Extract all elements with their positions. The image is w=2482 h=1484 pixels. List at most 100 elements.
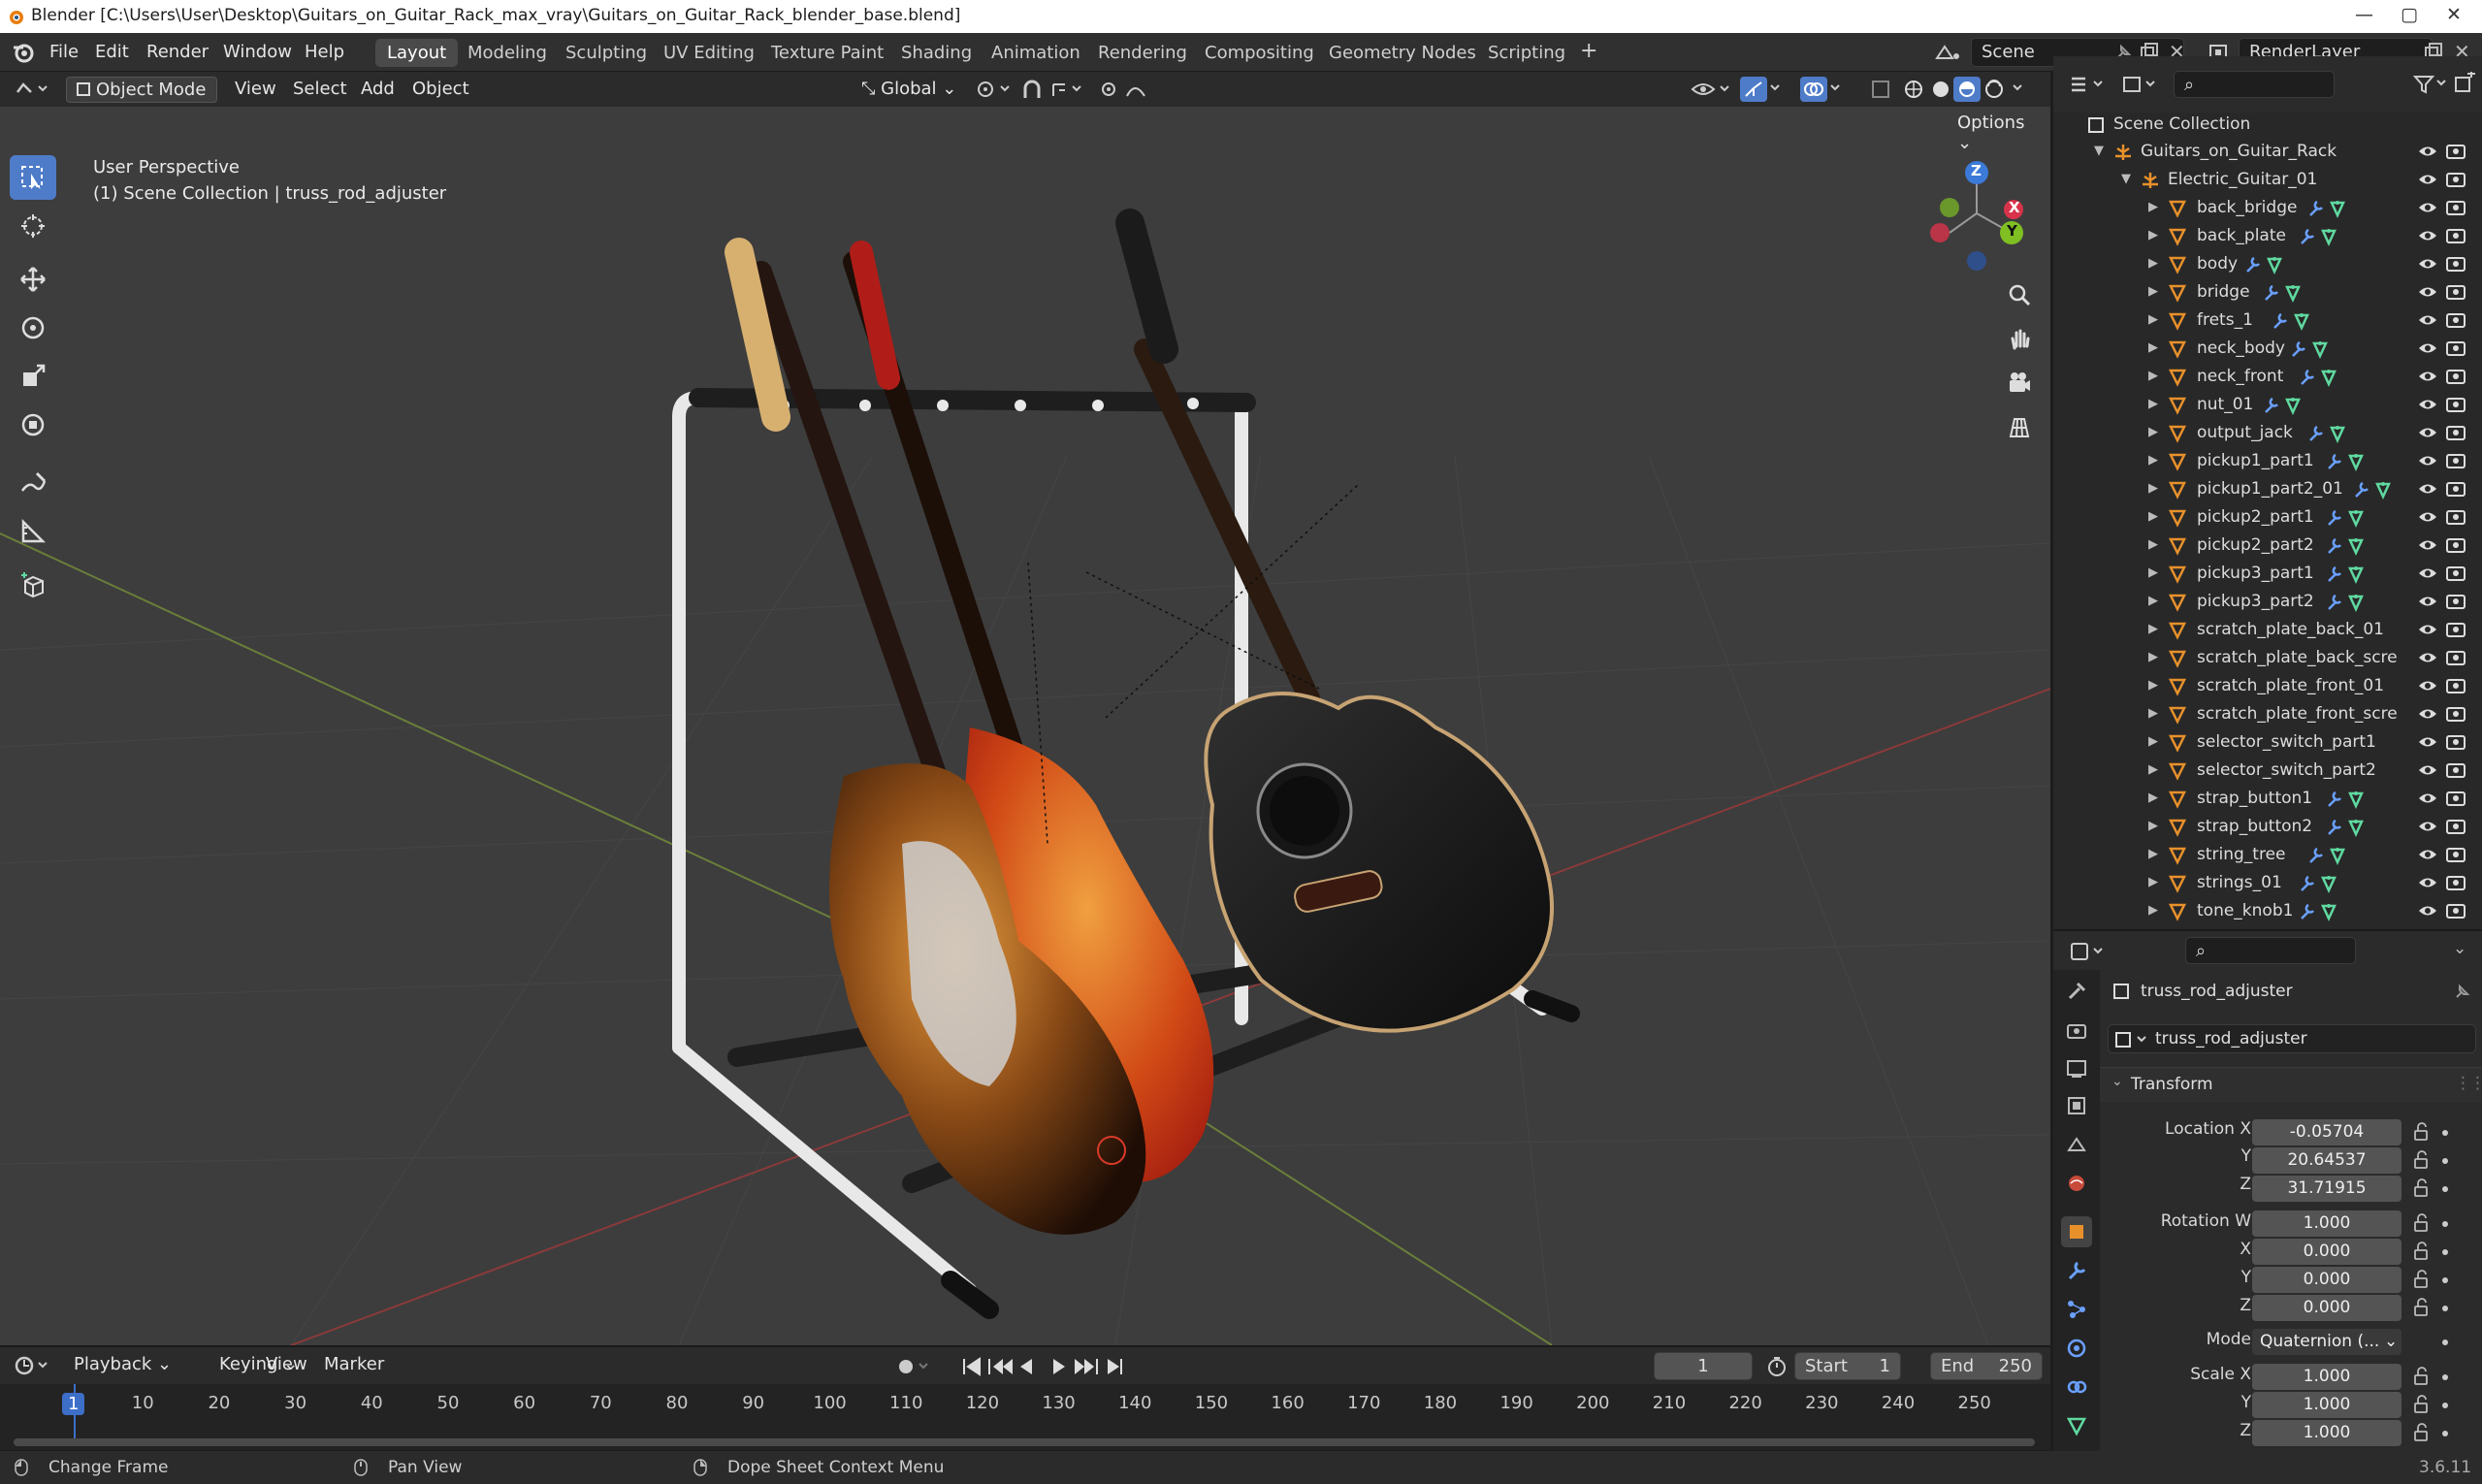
outliner-item[interactable]: ▶ selector_switch_part2 bbox=[2053, 757, 2482, 785]
mesh-data-icon[interactable] bbox=[2284, 283, 2302, 307]
outliner-item[interactable]: ▶ scratch_plate_back_scre bbox=[2053, 644, 2482, 672]
object-datablock-icon[interactable] bbox=[2114, 1030, 2151, 1049]
mesh-data-icon[interactable] bbox=[2347, 790, 2365, 814]
eye-icon[interactable] bbox=[2417, 789, 2438, 813]
mesh-data-icon[interactable] bbox=[2374, 480, 2392, 504]
outliner-scene-collection[interactable]: Scene Collection bbox=[2053, 111, 2482, 139]
start-frame-field[interactable]: Start 1 bbox=[1794, 1352, 1901, 1380]
lock-icon[interactable] bbox=[2411, 1150, 2431, 1175]
render-camera-icon[interactable] bbox=[2445, 254, 2466, 278]
mesh-data-icon[interactable] bbox=[2320, 368, 2337, 392]
transform-tool[interactable] bbox=[10, 403, 56, 447]
visibility-selectability-icon[interactable] bbox=[1690, 78, 1732, 101]
tab-geometry-nodes[interactable]: Geometry Nodes bbox=[1317, 39, 1488, 67]
outliner-item[interactable]: ▶ scratch_plate_back_01 bbox=[2053, 616, 2482, 644]
render-camera-icon[interactable] bbox=[2445, 170, 2466, 194]
wrench-icon[interactable] bbox=[2326, 790, 2343, 814]
eye-icon[interactable] bbox=[2417, 226, 2438, 250]
wrench-icon[interactable] bbox=[2326, 452, 2343, 476]
lock-icon[interactable] bbox=[2411, 1213, 2431, 1238]
outliner-item[interactable]: ▶ scratch_plate_front_01 bbox=[2053, 672, 2482, 700]
render-camera-icon[interactable] bbox=[2445, 732, 2466, 757]
display-mode-icon[interactable] bbox=[2121, 74, 2160, 95]
expand-triangle-icon[interactable]: ▶ bbox=[2148, 734, 2158, 749]
current-frame-field[interactable]: 1 bbox=[1654, 1352, 1753, 1380]
render-camera-icon[interactable] bbox=[2445, 451, 2466, 475]
mesh-data-icon[interactable] bbox=[2320, 227, 2337, 251]
transform-panel-header[interactable]: ⌄ Transform ⋮⋮ bbox=[2100, 1067, 2482, 1102]
mesh-data-icon[interactable] bbox=[2266, 255, 2283, 279]
material-preview-shading-button[interactable] bbox=[1954, 77, 1982, 102]
expand-triangle-icon[interactable]: ▶ bbox=[2148, 650, 2158, 664]
expand-triangle-icon[interactable]: ▶ bbox=[2148, 706, 2158, 721]
pivot-point-icon[interactable] bbox=[974, 79, 1013, 100]
expand-triangle-icon[interactable]: ▶ bbox=[2148, 200, 2158, 214]
outliner-item[interactable]: ▶ back_bridge bbox=[2053, 194, 2482, 222]
eye-icon[interactable] bbox=[2417, 395, 2438, 419]
render-camera-icon[interactable] bbox=[2445, 479, 2466, 503]
minimize-button[interactable]: — bbox=[2355, 4, 2373, 25]
outliner-item[interactable]: ▶ tone_knob1 bbox=[2053, 897, 2482, 925]
render-camera-icon[interactable] bbox=[2445, 704, 2466, 728]
eye-icon[interactable] bbox=[2417, 564, 2438, 588]
outliner-item[interactable]: ▶ frets_1 bbox=[2053, 306, 2482, 335]
keyframe-dot-icon[interactable] bbox=[2442, 1249, 2448, 1255]
tab-compositing[interactable]: Compositing bbox=[1193, 39, 1326, 67]
outliner-item[interactable]: ▶ body bbox=[2053, 250, 2482, 278]
outliner-item[interactable]: ▶ pickup3_part1 bbox=[2053, 560, 2482, 588]
wrench-icon[interactable] bbox=[2244, 255, 2262, 279]
keyframe-dot-icon[interactable] bbox=[2442, 1277, 2448, 1283]
lock-icon[interactable] bbox=[2411, 1178, 2431, 1203]
render-camera-icon[interactable] bbox=[2445, 845, 2466, 869]
render-camera-icon[interactable] bbox=[2445, 620, 2466, 644]
drag-handle-icon[interactable]: ⋮⋮ bbox=[2455, 1074, 2482, 1093]
render-camera-icon[interactable] bbox=[2445, 676, 2466, 700]
wrench-icon[interactable] bbox=[2272, 311, 2289, 336]
lock-icon[interactable] bbox=[2411, 1270, 2431, 1294]
3d-viewport[interactable]: User Perspective (1) Scene Collection | … bbox=[0, 107, 2050, 1345]
mesh-data-icon[interactable] bbox=[2347, 452, 2365, 476]
tab-render[interactable] bbox=[2061, 1015, 2092, 1046]
eye-icon[interactable] bbox=[2417, 170, 2438, 194]
keyframe-dot-icon[interactable] bbox=[2442, 1158, 2448, 1164]
menu-select[interactable]: Select bbox=[283, 77, 357, 103]
outliner-item[interactable]: ▶ neck_body bbox=[2053, 335, 2482, 363]
mesh-data-icon[interactable] bbox=[2347, 565, 2365, 589]
editor-type-icon[interactable] bbox=[14, 79, 52, 100]
expand-triangle-icon[interactable]: ▶ bbox=[2148, 537, 2158, 552]
transform-orientation-dropdown[interactable]: ⤡ Global ⌄ bbox=[852, 77, 966, 103]
eye-icon[interactable] bbox=[2417, 592, 2438, 616]
scene-icon[interactable] bbox=[1933, 41, 1966, 64]
camera-view-button[interactable] bbox=[2000, 364, 2039, 403]
lock-icon[interactable] bbox=[2411, 1423, 2431, 1447]
render-camera-icon[interactable] bbox=[2445, 817, 2466, 841]
menu-timeline-view[interactable]: View bbox=[256, 1352, 317, 1378]
disclosure-triangle-icon[interactable]: ▼ bbox=[2094, 144, 2104, 158]
menu-help[interactable]: Help bbox=[305, 42, 344, 62]
pan-button[interactable] bbox=[2000, 320, 2039, 359]
render-camera-icon[interactable] bbox=[2445, 395, 2466, 419]
outliner-child-row[interactable]: ▼ Electric_Guitar_01 bbox=[2053, 166, 2482, 194]
end-frame-field[interactable]: End 250 bbox=[1930, 1352, 2043, 1380]
tab-uv-editing[interactable]: UV Editing bbox=[652, 39, 766, 67]
tab-sculpting[interactable]: Sculpting bbox=[554, 39, 659, 67]
menu-render[interactable]: Render bbox=[146, 42, 209, 62]
keyframe-dot-icon[interactable] bbox=[2442, 1374, 2448, 1380]
wrench-icon[interactable] bbox=[2326, 565, 2343, 589]
wrench-icon[interactable] bbox=[2299, 368, 2316, 392]
timeline-scrollbar[interactable] bbox=[14, 1438, 2035, 1446]
expand-triangle-icon[interactable]: ▶ bbox=[2148, 565, 2158, 580]
tab-tool[interactable] bbox=[2061, 976, 2092, 1007]
rotation-x-field[interactable]: 0.000 bbox=[2252, 1239, 2401, 1265]
tab-texture-paint[interactable]: Texture Paint bbox=[759, 39, 895, 67]
eye-icon[interactable] bbox=[2417, 367, 2438, 391]
expand-triangle-icon[interactable]: ▶ bbox=[2148, 481, 2158, 496]
rotation-mode-dropdown[interactable]: Quaternion (... ⌄ bbox=[2252, 1329, 2401, 1355]
menu-add[interactable]: Add bbox=[351, 77, 404, 103]
expand-triangle-icon[interactable]: ▶ bbox=[2148, 256, 2158, 271]
outliner-editor-type-icon[interactable] bbox=[2069, 74, 2108, 95]
mesh-data-icon[interactable] bbox=[2329, 846, 2346, 870]
render-camera-icon[interactable] bbox=[2445, 535, 2466, 560]
mesh-data-icon[interactable] bbox=[2347, 818, 2365, 842]
snap-icon[interactable] bbox=[1020, 79, 1046, 102]
